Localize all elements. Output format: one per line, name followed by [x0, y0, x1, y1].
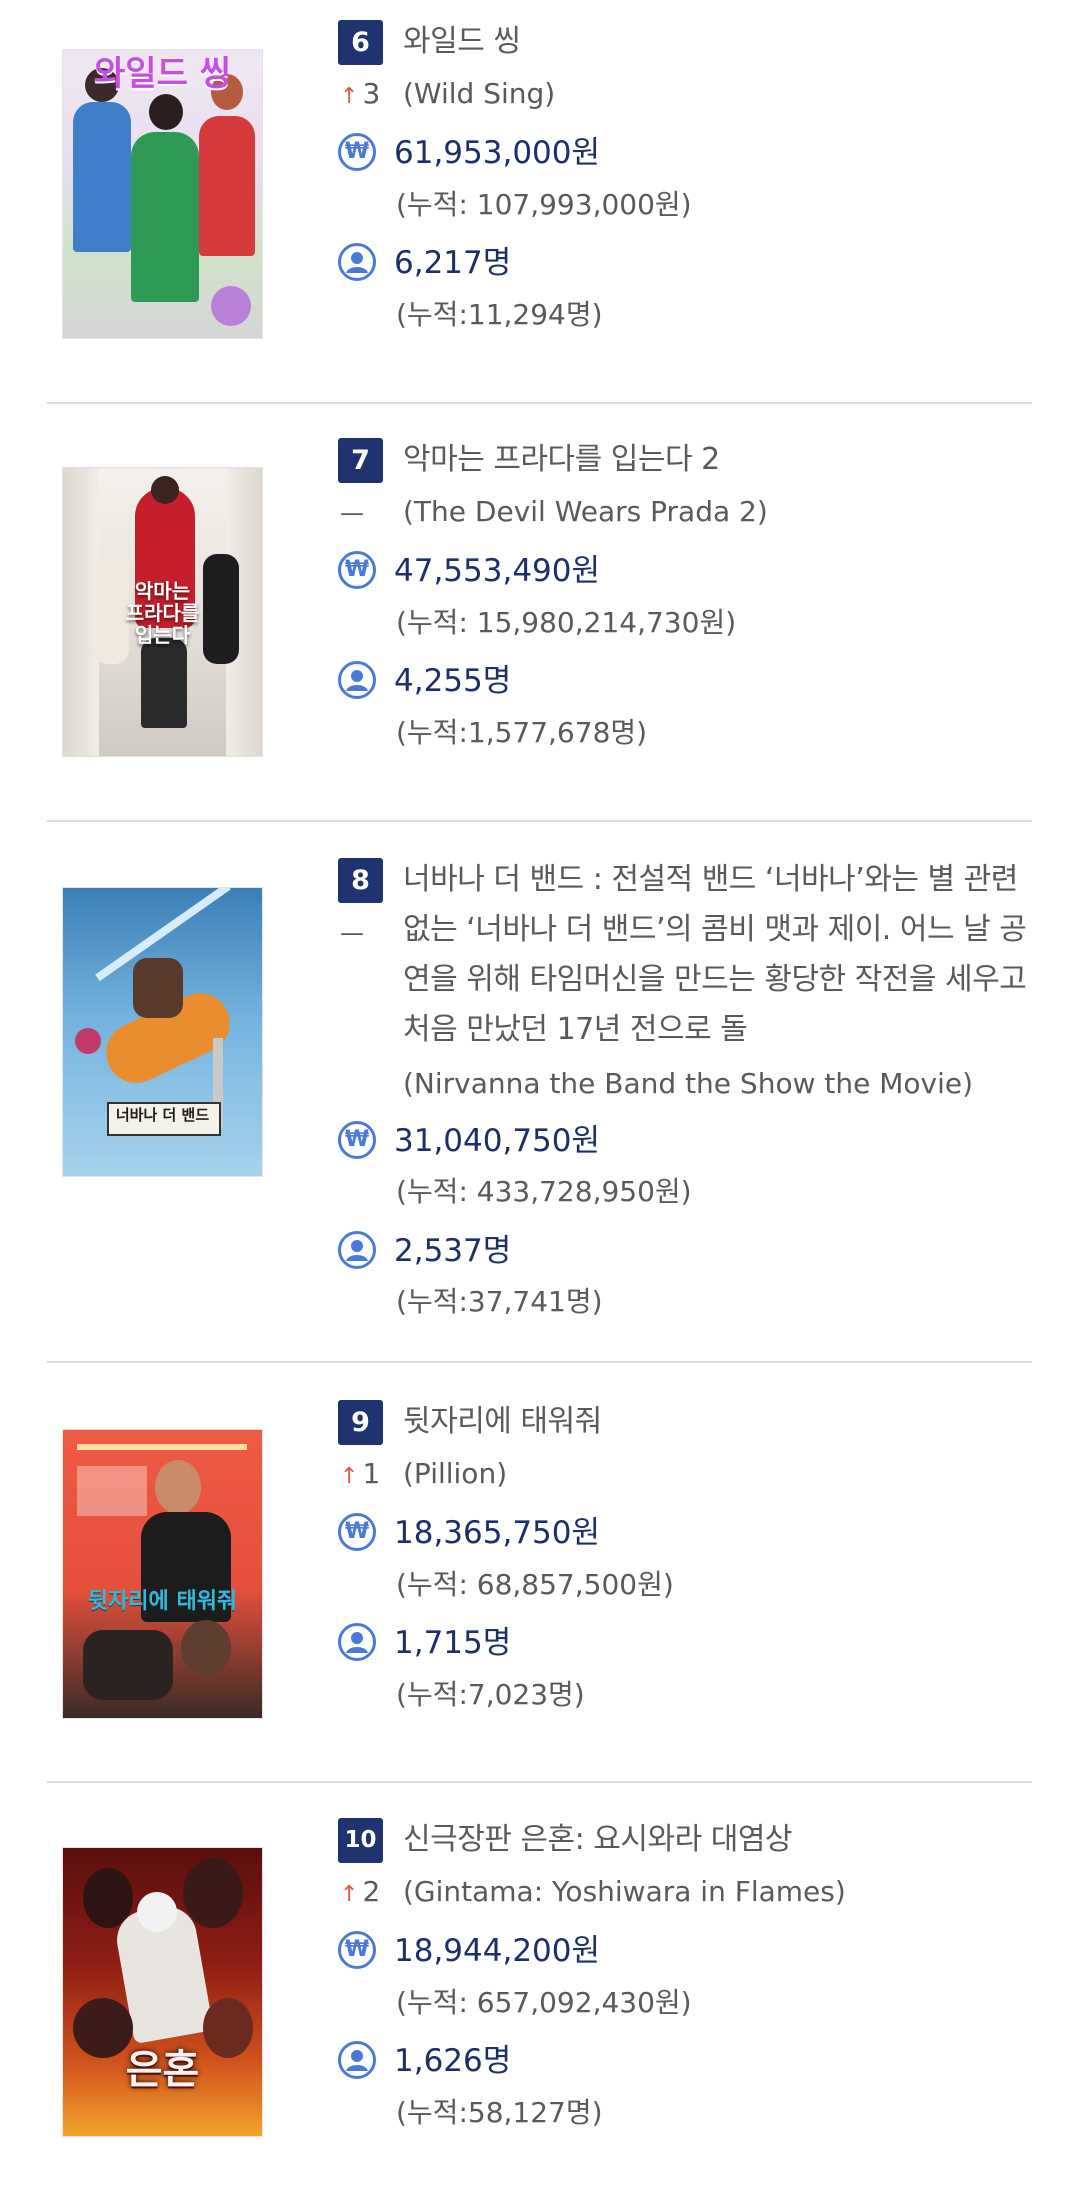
daily-audience: 1,715명 — [394, 1625, 512, 1661]
daily-revenue: 47,553,490원 — [394, 553, 601, 589]
daily-audience: 1,626명 — [394, 2043, 512, 2079]
cumulative-audience: (누적:58,127명) — [396, 2096, 603, 2129]
poster-title: 너바나 더 밴드 — [115, 1106, 210, 1124]
cumulative-revenue: (누적: 657,092,430원) — [396, 1986, 692, 2019]
poster-title: 뒷자리에 태워줘 — [87, 1589, 238, 1614]
movie-title-english: (Pillion) — [403, 1457, 508, 1490]
won-icon: ₩ — [338, 1513, 376, 1551]
rank-change: — — [340, 492, 364, 533]
rank-up-arrow-icon: ↑ — [340, 84, 359, 109]
rank-unchanged-icon: — — [340, 499, 364, 527]
won-icon: ₩ — [338, 1121, 376, 1159]
person-icon — [338, 2041, 376, 2079]
entry-divider — [47, 402, 1032, 404]
won-icon: ₩ — [338, 1931, 376, 1969]
person-icon — [338, 1231, 376, 1269]
rank-up-arrow-icon: ↑ — [340, 1882, 359, 1907]
daily-revenue: 61,953,000원 — [394, 135, 601, 171]
rank-up-arrow-icon: ↑ — [340, 1464, 359, 1489]
poster-title: 와일드 씽 — [94, 54, 231, 94]
person-icon — [338, 243, 376, 281]
cumulative-audience: (누적:1,577,678명) — [396, 716, 648, 749]
daily-revenue: 18,944,200원 — [394, 1933, 601, 1969]
daily-revenue: 18,365,750원 — [394, 1515, 601, 1551]
poster-title: 악마는 프라다를 입는다 — [125, 579, 200, 647]
daily-audience: 4,255명 — [394, 663, 512, 699]
daily-revenue: 31,040,750원 — [394, 1123, 601, 1159]
cumulative-audience: (누적:11,294명) — [396, 298, 603, 331]
movie-poster[interactable]: 뒷자리에 태워줘 — [63, 1430, 262, 1718]
cumulative-audience: (누적:37,741명) — [396, 1285, 603, 1318]
rank-badge: 9 — [338, 1400, 383, 1445]
won-icon: ₩ — [338, 551, 376, 589]
movie-title-english: (The Devil Wears Prada 2) — [403, 495, 768, 528]
entry-divider — [47, 820, 1032, 822]
cumulative-revenue: (누적: 433,728,950원) — [396, 1175, 692, 1208]
rank-badge: 7 — [338, 438, 383, 483]
movie-title-korean[interactable]: 와일드 씽 — [403, 17, 1033, 67]
rank-change: ↑ 3 — [340, 74, 380, 117]
movie-title-korean[interactable]: 뒷자리에 태워줘 — [403, 1397, 1033, 1447]
entry-divider — [47, 1361, 1032, 1363]
rank-badge: 6 — [338, 20, 383, 65]
movie-poster[interactable]: 악마는 프라다를 입는다 — [63, 468, 262, 756]
rank-change-value: 3 — [362, 77, 381, 110]
won-icon: ₩ — [338, 133, 376, 171]
movie-title-korean[interactable]: 악마는 프라다를 입는다 2 — [403, 435, 1033, 485]
rank-change-value: 2 — [362, 1875, 381, 1908]
movie-poster[interactable]: 와일드 씽 — [63, 50, 262, 338]
movie-poster[interactable]: 은혼 — [63, 1848, 262, 2136]
movie-title-english: (Gintama: Yoshiwara in Flames) — [403, 1875, 846, 1908]
rank-change-value: 1 — [362, 1457, 381, 1490]
rank-change: ↑ 2 — [340, 1872, 380, 1915]
rank-badge: 8 — [338, 858, 383, 903]
person-icon — [338, 661, 376, 699]
daily-audience: 2,537명 — [394, 1233, 512, 1269]
poster-title: 은혼 — [125, 2047, 200, 2093]
daily-audience: 6,217명 — [394, 245, 512, 281]
entry-divider — [47, 1781, 1032, 1783]
rank-change: — — [340, 912, 364, 953]
person-icon — [338, 1623, 376, 1661]
rank-badge: 10 — [338, 1818, 383, 1863]
cumulative-revenue: (누적: 15,980,214,730원) — [396, 606, 737, 639]
cumulative-revenue: (누적: 68,857,500원) — [396, 1568, 674, 1601]
movie-title-english: (Nirvanna the Band the Show the Movie) — [403, 1067, 974, 1100]
movie-title-korean[interactable]: 너바나 더 밴드 : 전설적 밴드 ‘너바나’와는 별 관련 없는 ‘너바나 더… — [403, 855, 1033, 1055]
cumulative-audience: (누적:7,023명) — [396, 1678, 585, 1711]
cumulative-revenue: (누적: 107,993,000원) — [396, 188, 692, 221]
movie-poster[interactable]: 너바나 더 밴드 — [63, 888, 262, 1176]
rank-unchanged-icon: — — [340, 919, 364, 947]
movie-title-korean[interactable]: 신극장판 은혼: 요시와라 대염상 — [403, 1815, 1033, 1865]
rank-change: ↑ 1 — [340, 1454, 380, 1497]
movie-title-english: (Wild Sing) — [403, 77, 556, 110]
